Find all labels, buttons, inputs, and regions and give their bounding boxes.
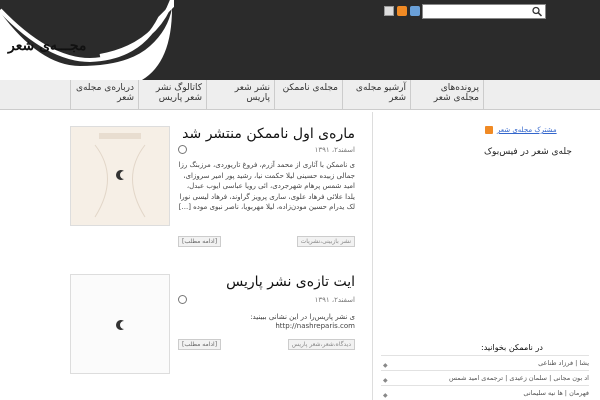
clock-icon	[178, 145, 187, 154]
list-item[interactable]: ◆ یشا | فرزاد طناعی	[381, 355, 589, 370]
bullet-icon: ◆	[383, 392, 388, 399]
post-item: ماره‌ی اول ناممکن منتشر شد اسفند۲، ۱۳۹۱ …	[70, 126, 355, 251]
nav-item-archive[interactable]: آرشیو مجله‌ی شعر	[342, 80, 410, 110]
rss-subscribe-link[interactable]: مشترک مجله‌ی شعر	[497, 126, 557, 134]
logo-text: مجـــەی شعر	[8, 38, 87, 54]
rss-icon[interactable]	[397, 6, 407, 16]
site-logo[interactable]: مجـــەی شعر	[0, 0, 175, 80]
post-title[interactable]: ایت تازه‌ی نشر پاریس	[226, 274, 355, 290]
rss-icon[interactable]	[485, 126, 493, 134]
nav-item-about[interactable]: درباره‌ی مجله‌ی شعر	[70, 80, 138, 110]
nav-item-archives-files[interactable]: پرونده‌های مجله‌ی شعر	[410, 80, 484, 110]
post-item: ایت تازه‌ی نشر پاریس اسفند۲، ۱۳۹۱ ی نشر …	[70, 274, 355, 374]
read-more-button[interactable]: [ادامه مطلب]	[178, 339, 222, 350]
sidebar-list: ◆ یشا | فرزاد طناعی ◆ اد بون مجانی | سلم…	[381, 355, 589, 400]
post-title[interactable]: ماره‌ی اول ناممکن منتشر شد	[182, 126, 355, 142]
post-tags[interactable]: دیدگاه،شعر،شعر پاریس	[287, 339, 355, 350]
book-cover-icon	[94, 133, 146, 218]
site-header: مجـــەی شعر	[0, 0, 600, 80]
post-url[interactable]: http://nashreparis.com	[275, 322, 355, 330]
list-item[interactable]: ◆ اد بون مجانی | سلمان زعیدی | ترجمه‌ی ا…	[381, 370, 589, 385]
nav-item-paris-publishing[interactable]: نشر شعر پاریس	[206, 80, 274, 110]
loading-icon	[116, 320, 124, 330]
nav-item-namomken[interactable]: مجله‌ی ناممکن	[274, 80, 342, 110]
email-icon[interactable]	[384, 6, 394, 16]
nav-item-catalog[interactable]: کاتالوگ نشر شعر پاریس	[138, 80, 206, 110]
post-excerpt: ی ناممکن با آثاری از محمد آزرم، فروغ تار…	[178, 161, 355, 211]
search-box	[422, 4, 546, 19]
clock-icon	[178, 295, 187, 304]
header-icons	[384, 6, 420, 16]
bullet-icon: ◆	[383, 377, 388, 384]
post-tags[interactable]: نشر بازبینی،نشریات	[296, 236, 355, 247]
facebook-heading: جله‌ی شعر در فیس‌بوک	[484, 147, 572, 157]
sidebar: مشترک مجله‌ی شعر جله‌ی شعر در فیس‌بوک در…	[372, 112, 600, 400]
post-date: اسفند۲، ۱۳۹۱	[314, 296, 355, 304]
main-navigation: پرونده‌های مجله‌ی شعر آرشیو مجله‌ی شعر م…	[0, 80, 600, 110]
read-more-button[interactable]: [ادامه مطلب]	[178, 236, 222, 247]
post-excerpt: ی نشر پاریس‌را در این نشانی ببینید:	[250, 313, 355, 321]
search-input[interactable]	[425, 6, 529, 17]
post-thumbnail[interactable]	[70, 126, 170, 226]
post-date: اسفند۲، ۱۳۹۱	[314, 146, 355, 154]
list-item[interactable]: ◆ فهرمان | ها نیه سلیمانی	[381, 385, 589, 400]
search-icon[interactable]	[531, 6, 543, 17]
bullet-icon: ◆	[383, 362, 388, 369]
post-thumbnail[interactable]	[70, 274, 170, 374]
sidebar-section-title: در ناممکن بخوانید:	[481, 343, 543, 352]
bookmark-icon[interactable]	[410, 6, 420, 16]
